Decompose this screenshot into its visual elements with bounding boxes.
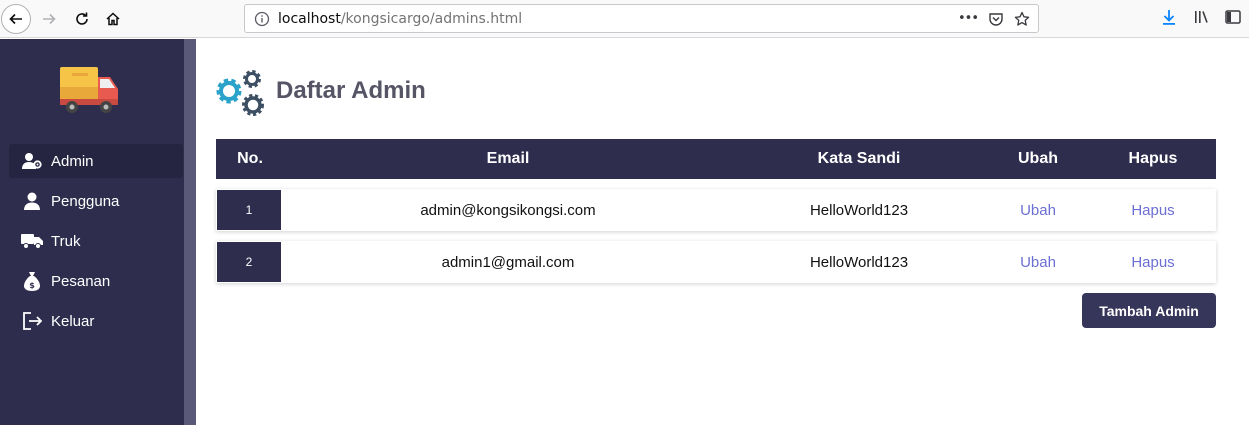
back-arrow-icon xyxy=(9,13,22,25)
row-password: HelloWorld123 xyxy=(809,253,909,271)
address-bar[interactable]: localhost/kongsicargo/admins.html ••• xyxy=(244,4,1039,33)
row-number: 2 xyxy=(217,242,281,282)
header-password: Kata Sandi xyxy=(817,150,901,167)
forward-button[interactable] xyxy=(34,4,64,34)
sidebar-item-label: Admin xyxy=(51,152,94,170)
truck-logo[interactable] xyxy=(58,63,122,121)
page-actions-icon[interactable]: ••• xyxy=(958,11,979,26)
table-header: No. Email Kata Sandi Ubah Hapus xyxy=(216,139,1216,179)
sidebar-item-admin[interactable]: Admin xyxy=(9,144,183,178)
truck-icon xyxy=(21,233,43,249)
sidebar-item-pengguna[interactable]: Pengguna xyxy=(9,184,183,218)
home-icon xyxy=(106,12,120,26)
sidebar-item-label: Truk xyxy=(51,232,81,250)
sidebar-item-label: Pesanan xyxy=(51,272,111,290)
download-icon[interactable] xyxy=(1160,8,1178,26)
library-icon[interactable] xyxy=(1193,8,1211,26)
logout-icon xyxy=(21,311,43,331)
bookmark-star-icon[interactable] xyxy=(1014,11,1030,27)
pocket-icon[interactable] xyxy=(988,11,1004,27)
reload-icon xyxy=(76,12,88,25)
add-admin-button[interactable]: Tambah Admin xyxy=(1082,293,1216,328)
table-row: 1 admin@kongsikongsi.com HelloWorld123 U… xyxy=(216,189,1216,231)
edit-link[interactable]: Ubah xyxy=(986,241,1090,283)
reload-button[interactable] xyxy=(67,4,97,34)
edit-link[interactable]: Ubah xyxy=(986,189,1090,231)
money-bag-icon: $ xyxy=(21,271,43,291)
row-email: admin@kongsikongsi.com xyxy=(420,201,596,219)
gears-icon xyxy=(215,69,269,123)
sidebar-item-truk[interactable]: Truk xyxy=(9,224,183,258)
url-text[interactable]: localhost/kongsicargo/admins.html xyxy=(278,11,522,27)
sidebar-item-label: Pengguna xyxy=(51,192,120,210)
browser-toolbar: localhost/kongsicargo/admins.html ••• xyxy=(0,0,1249,38)
back-button[interactable] xyxy=(1,4,31,34)
delete-link[interactable]: Hapus xyxy=(1090,189,1216,231)
row-password: HelloWorld123 xyxy=(809,201,909,219)
user-icon xyxy=(21,192,43,210)
home-button[interactable] xyxy=(98,4,128,34)
sidebar-item-pesanan[interactable]: $ Pesanan xyxy=(9,264,183,298)
page-title: Daftar Admin xyxy=(276,77,426,104)
sidebar-item-label: Keluar xyxy=(51,312,95,330)
admin-icon xyxy=(21,152,43,170)
sidebar-scrollbar[interactable] xyxy=(184,39,196,425)
forward-arrow-icon xyxy=(43,13,56,25)
url-host: localhost xyxy=(278,11,341,27)
header-no: No. xyxy=(237,150,263,167)
table-row: 2 admin1@gmail.com HelloWorld123 Ubah Ha… xyxy=(216,241,1216,283)
row-number: 1 xyxy=(217,190,281,230)
sidebar-toggle-icon[interactable] xyxy=(1224,8,1242,26)
row-email: admin1@gmail.com xyxy=(441,253,575,271)
sidebar-item-keluar[interactable]: Keluar xyxy=(9,304,183,338)
main-content: Daftar Admin No. Email Kata Sandi Ubah H… xyxy=(196,39,1249,425)
header-email: Email xyxy=(486,150,530,167)
info-icon[interactable] xyxy=(254,11,270,31)
delete-link[interactable]: Hapus xyxy=(1090,241,1216,283)
sidebar: Admin Pengguna Truk $ Pesanan Keluar xyxy=(0,39,184,425)
header-edit: Ubah xyxy=(1018,150,1058,167)
url-path: /kongsicargo/admins.html xyxy=(340,11,523,27)
svg-text:$: $ xyxy=(29,281,35,290)
header-delete: Hapus xyxy=(1128,150,1178,167)
